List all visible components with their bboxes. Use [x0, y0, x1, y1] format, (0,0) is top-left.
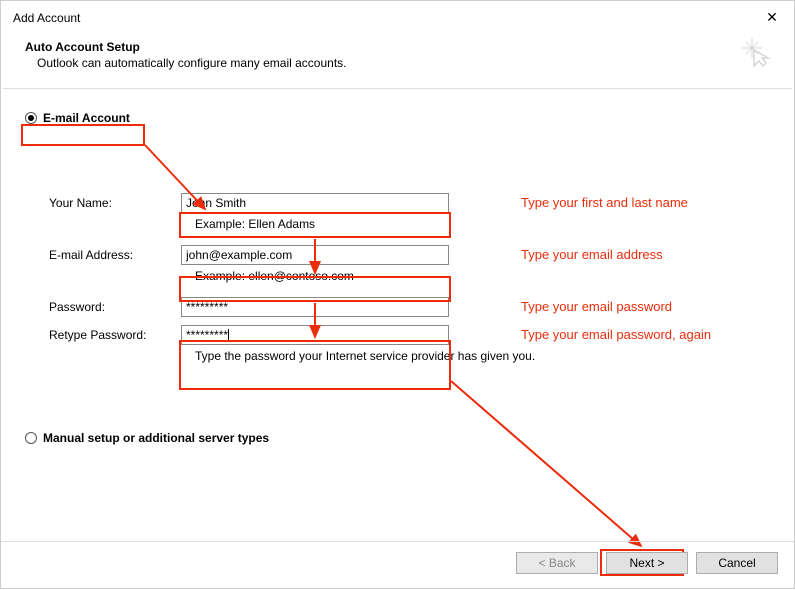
text-caret — [228, 329, 229, 341]
titlebar: Add Account ✕ — [1, 1, 794, 30]
radio-manual-setup[interactable]: Manual setup or additional server types — [25, 431, 770, 445]
radio-email-account[interactable]: E-mail Account — [25, 111, 770, 125]
row-retype: Retype Password: ********* Type your ema… — [49, 325, 770, 345]
header: Auto Account Setup Outlook can automatic… — [1, 30, 794, 88]
password-label: Password: — [49, 300, 181, 314]
email-label: E-mail Address: — [49, 248, 181, 262]
form-area: Your Name: Type your first and last name… — [25, 133, 770, 363]
radio-manual-label: Manual setup or additional server types — [43, 431, 269, 445]
email-example: Example: ellen@contoso.com — [195, 269, 770, 283]
radio-email-label: E-mail Account — [43, 111, 130, 125]
annotation-name: Type your first and last name — [521, 195, 688, 210]
email-field[interactable] — [181, 245, 449, 265]
name-field[interactable] — [181, 193, 449, 213]
retype-field[interactable]: ********* — [181, 325, 449, 345]
password-field[interactable] — [181, 297, 449, 317]
annotation-retype: Type your email password, again — [521, 327, 711, 342]
radio-icon — [25, 112, 37, 124]
retype-label: Retype Password: — [49, 328, 181, 342]
back-button: < Back — [516, 552, 598, 574]
wizard-cursor-icon — [740, 36, 772, 68]
name-label: Your Name: — [49, 196, 181, 210]
row-email: E-mail Address: Type your email address — [49, 245, 770, 265]
cancel-button[interactable]: Cancel — [696, 552, 778, 574]
name-example: Example: Ellen Adams — [195, 217, 770, 231]
footer: < Back Next > Cancel — [1, 541, 794, 588]
next-button[interactable]: Next > — [606, 552, 688, 574]
content: E-mail Account Your Name: Type your firs… — [1, 89, 794, 445]
row-name: Your Name: Type your first and last name — [49, 193, 770, 213]
header-title: Auto Account Setup — [25, 40, 770, 54]
annotation-email: Type your email address — [521, 247, 663, 262]
annotation-password: Type your email password — [521, 299, 672, 314]
retype-value: ********* — [186, 328, 228, 342]
row-password: Password: Type your email password — [49, 297, 770, 317]
password-hint: Type the password your Internet service … — [195, 349, 770, 363]
window-title: Add Account — [13, 11, 80, 25]
radio-icon — [25, 432, 37, 444]
header-subtitle: Outlook can automatically configure many… — [25, 56, 770, 70]
close-icon[interactable]: ✕ — [762, 9, 782, 26]
